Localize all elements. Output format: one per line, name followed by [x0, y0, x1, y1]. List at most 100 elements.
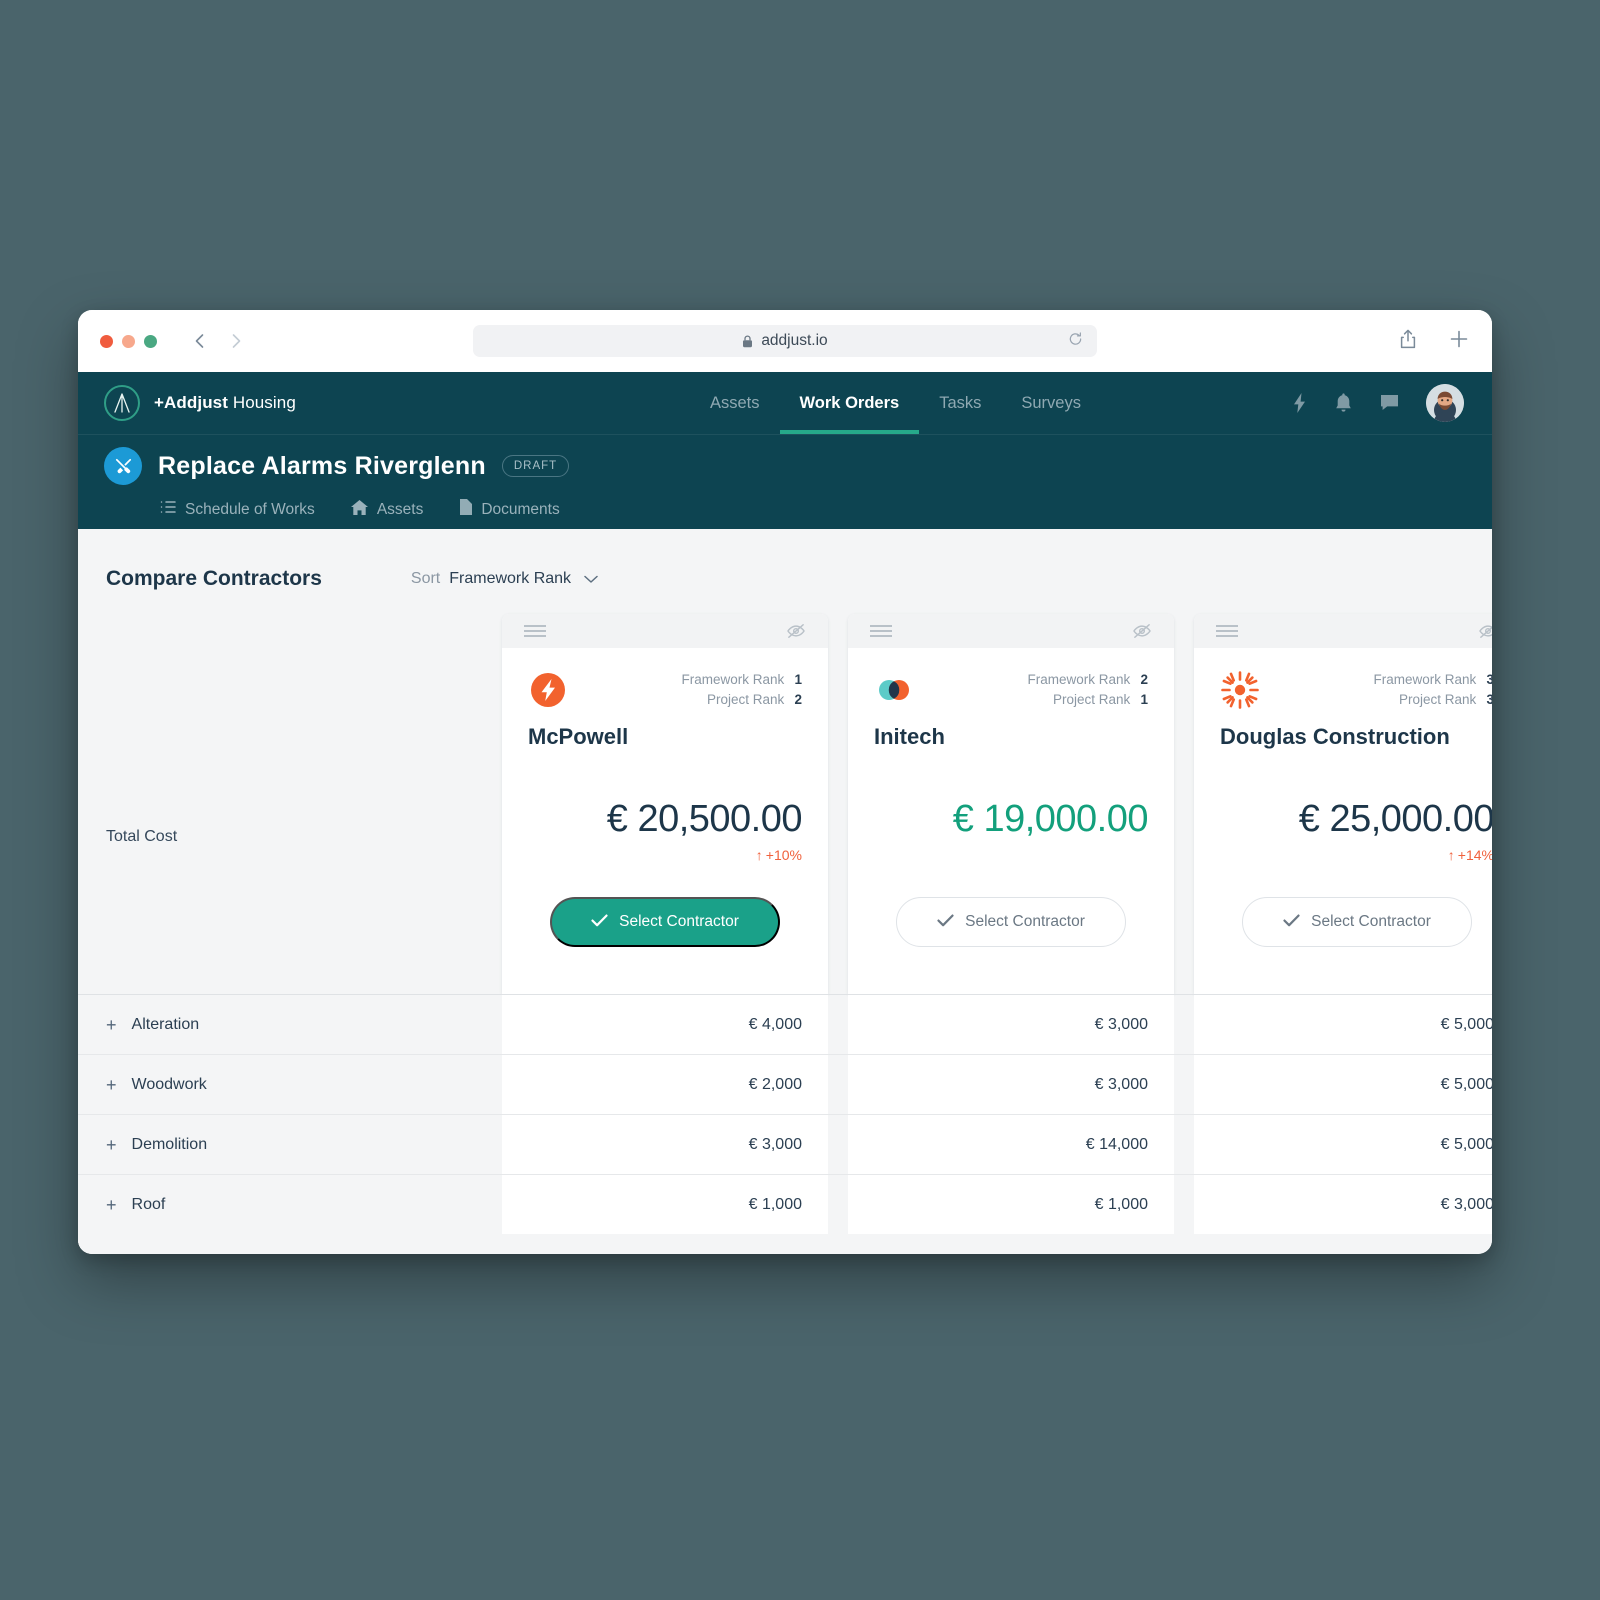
table-row[interactable]: + Woodwork € 2,000 € 3,000 € 5,000 [78, 1054, 1492, 1114]
check-icon [937, 914, 954, 931]
list-icon [160, 500, 176, 519]
row-label: Alteration [131, 1015, 200, 1033]
contractor-card[interactable]: Framework Rank 1 Project Rank 2 McPowell… [502, 614, 828, 994]
arrow-up-icon: ↑ [1447, 847, 1455, 863]
row-label-cell[interactable]: + Demolition [78, 1115, 502, 1174]
nav-item-work-orders[interactable]: Work Orders [779, 372, 920, 434]
row-value-cell: € 5,000 [1194, 1055, 1492, 1114]
cost-delta [874, 847, 1148, 863]
card-handle-bar[interactable] [1194, 614, 1492, 648]
table-row[interactable]: + Demolition € 3,000 € 14,000 € 5,000 [78, 1114, 1492, 1174]
browser-chrome: addjust.io [78, 310, 1492, 372]
row-label-cell[interactable]: + Roof [78, 1175, 502, 1234]
select-button-wrap: Select Contractor [874, 897, 1148, 947]
card-ranks: Framework Rank 3 Project Rank 3 [1373, 670, 1492, 709]
sunburst-logo-icon [1220, 670, 1260, 710]
back-icon[interactable] [187, 328, 213, 354]
expand-plus-icon[interactable]: + [106, 1196, 117, 1214]
brand[interactable]: +Addjust Housing [104, 385, 296, 421]
table-row[interactable]: + Roof € 1,000 € 1,000 € 3,000 [78, 1174, 1492, 1234]
status-badge: DRAFT [501, 455, 570, 477]
card-handle-bar[interactable] [848, 614, 1174, 648]
lock-icon [742, 334, 753, 348]
tab-assets[interactable]: Assets [350, 499, 423, 520]
header-actions [1291, 384, 1464, 422]
nav-item-assets[interactable]: Assets [690, 372, 780, 434]
chat-icon[interactable] [1379, 393, 1400, 413]
select-button-wrap: Select Contractor [528, 897, 802, 947]
contractor-cards: Framework Rank 1 Project Rank 2 McPowell… [502, 614, 1492, 994]
price-block: € 25,000.00 ↑ +14% [1220, 798, 1492, 863]
contractor-name: McPowell [528, 724, 629, 749]
row-label-cell[interactable]: + Woodwork [78, 1055, 502, 1114]
table-row[interactable]: + Alteration € 4,000 € 3,000 € 5,000 [78, 994, 1492, 1054]
contractor-card[interactable]: Framework Rank 2 Project Rank 1 Initech … [848, 614, 1174, 994]
drag-handle-icon[interactable] [870, 625, 892, 637]
minimize-window-button[interactable] [122, 334, 135, 348]
brand-name: +Addjust Housing [154, 393, 296, 413]
eye-off-icon[interactable] [786, 623, 806, 639]
drag-handle-icon[interactable] [1216, 625, 1238, 637]
sort-control[interactable]: Sort Framework Rank [411, 570, 598, 588]
expand-plus-icon[interactable]: + [106, 1016, 117, 1034]
addjust-logo-icon [104, 385, 140, 421]
total-cost-value: € 19,000.00 [952, 798, 1149, 840]
row-value-cell: € 5,000 [1194, 1115, 1492, 1174]
browser-nav-buttons [187, 328, 249, 354]
project-rank-label: Project Rank [1052, 691, 1131, 707]
row-value-cell: € 4,000 [502, 995, 828, 1054]
browser-window: addjust.io +Addjust Housing Assets Work … [78, 310, 1492, 1254]
row-label-cell[interactable]: + Alteration [78, 995, 502, 1054]
card-ranks: Framework Rank 2 Project Rank 1 [1027, 670, 1148, 709]
row-value-cell: € 2,000 [502, 1055, 828, 1114]
cost-delta: ↑ +14% [1220, 847, 1492, 863]
eye-off-icon[interactable] [1478, 623, 1492, 639]
window-traffic-lights[interactable] [100, 334, 157, 348]
forward-icon[interactable] [223, 328, 249, 354]
close-window-button[interactable] [100, 334, 113, 348]
framework-rank-value: 2 [1140, 672, 1148, 687]
eye-off-icon[interactable] [1132, 623, 1152, 639]
maximize-window-button[interactable] [144, 334, 157, 348]
expand-plus-icon[interactable]: + [106, 1136, 117, 1154]
contractor-card[interactable]: Framework Rank 3 Project Rank 3 Douglas … [1194, 614, 1492, 994]
nav-item-tasks[interactable]: Tasks [919, 372, 1001, 434]
tab-documents[interactable]: Documents [459, 499, 560, 520]
sort-label: Sort [410, 570, 441, 587]
select-contractor-button[interactable]: Select Contractor [1242, 897, 1472, 947]
select-contractor-label: Select Contractor [1311, 913, 1431, 930]
expand-plus-icon[interactable]: + [106, 1076, 117, 1094]
tab-schedule-of-works-label: Schedule of Works [185, 500, 315, 518]
framework-rank-value: 3 [1486, 672, 1492, 687]
project-rank-value: 2 [794, 691, 802, 707]
address-bar[interactable]: addjust.io [473, 325, 1097, 357]
nav-item-surveys[interactable]: Surveys [1001, 372, 1101, 434]
bolt-icon[interactable] [1291, 392, 1308, 414]
row-value-cell: € 14,000 [848, 1115, 1174, 1174]
tab-schedule-of-works[interactable]: Schedule of Works [160, 500, 315, 519]
select-contractor-label: Select Contractor [965, 913, 1085, 930]
home-icon [350, 499, 368, 520]
row-value-cell: € 3,000 [848, 995, 1174, 1054]
arrow-up-icon: ↑ [755, 847, 763, 863]
row-value-cell: € 3,000 [848, 1055, 1174, 1114]
row-value-cell: € 5,000 [1194, 995, 1492, 1054]
share-icon[interactable] [1398, 328, 1418, 355]
drag-handle-icon[interactable] [524, 625, 546, 637]
select-contractor-button[interactable]: Select Contractor [896, 897, 1126, 947]
sort-value: Framework Rank [449, 570, 572, 587]
row-label: Roof [131, 1195, 166, 1213]
card-handle-bar[interactable] [502, 614, 828, 648]
tools-icon [104, 447, 142, 485]
new-tab-icon[interactable] [1448, 328, 1470, 355]
user-avatar[interactable] [1426, 384, 1464, 422]
select-contractor-button[interactable]: Select Contractor [550, 897, 780, 947]
bell-icon[interactable] [1334, 392, 1353, 414]
card-top: Framework Rank 3 Project Rank 3 [1220, 670, 1492, 710]
framework-rank-label: Framework Rank [1373, 672, 1477, 687]
framework-rank-value: 1 [794, 672, 802, 687]
project-rank-value: 1 [1140, 691, 1148, 707]
chevron-down-icon[interactable] [584, 572, 598, 587]
reload-icon[interactable] [1068, 332, 1083, 351]
app-header: +Addjust Housing Assets Work Orders Task… [78, 372, 1492, 434]
